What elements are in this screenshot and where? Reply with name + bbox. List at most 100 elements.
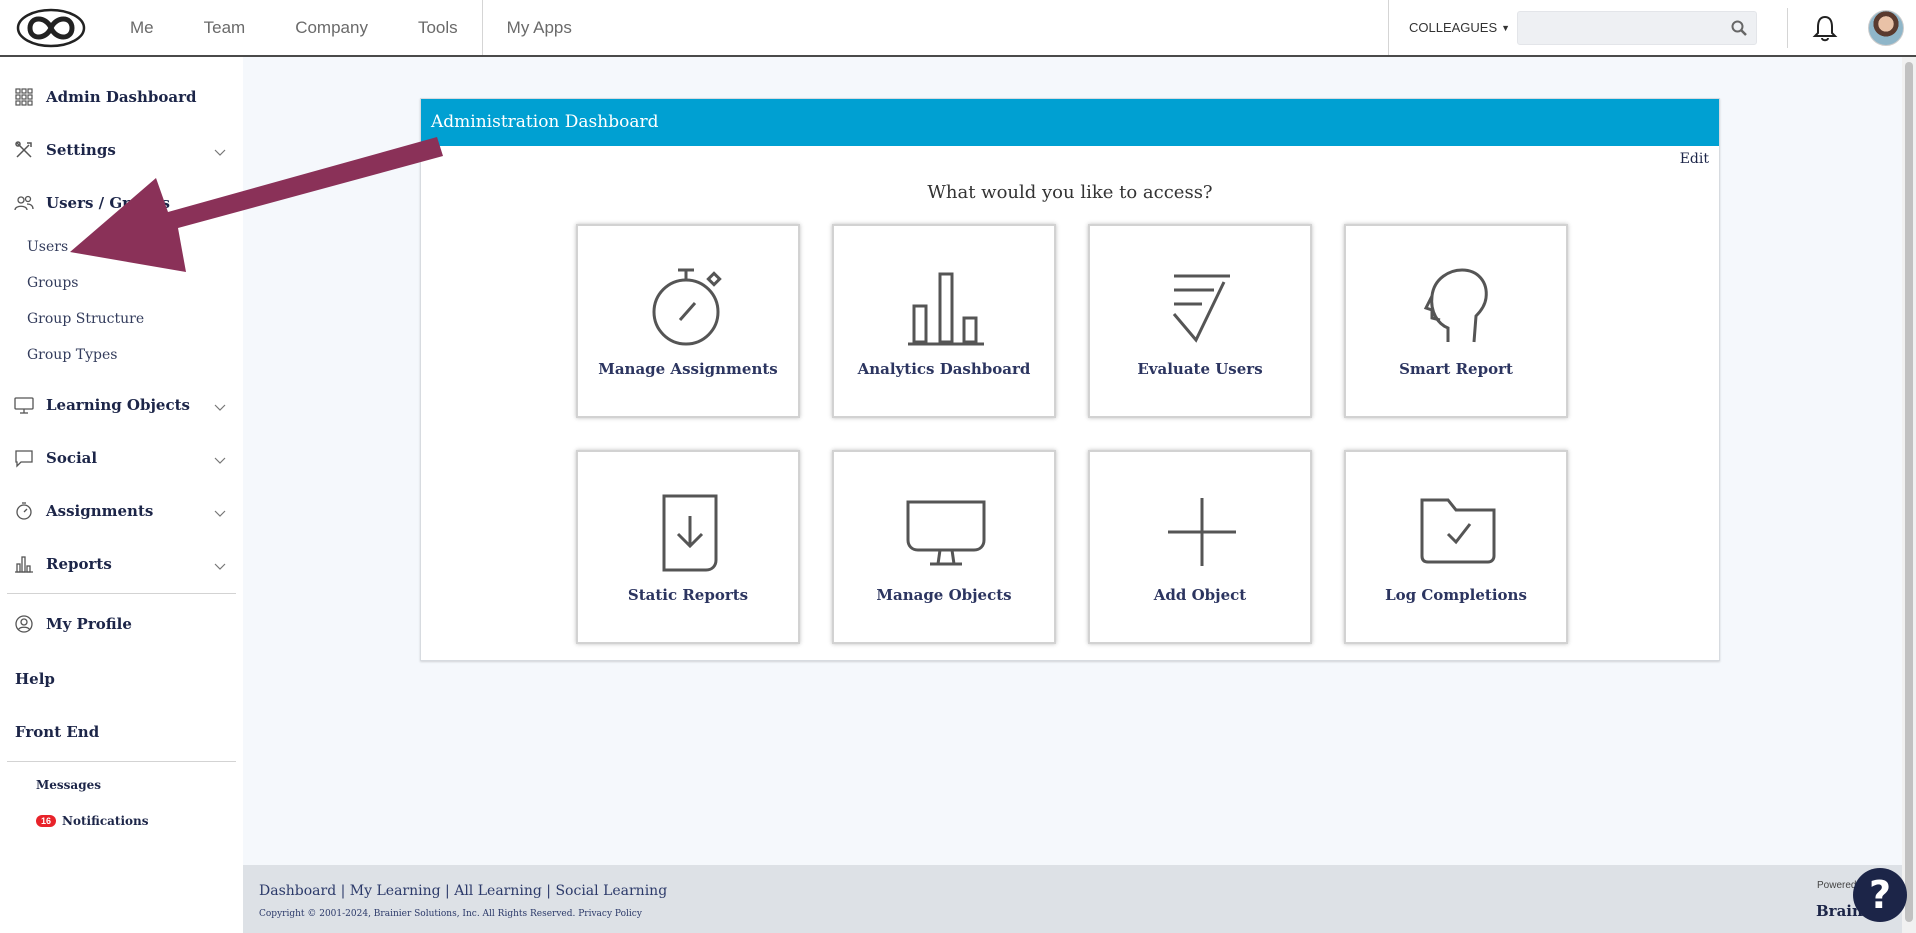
tile-manage-assignments[interactable]: Manage Assignments (576, 224, 800, 418)
nav-team[interactable]: Team (204, 18, 246, 38)
monitor-icon (14, 397, 34, 414)
tile-smart-report[interactable]: Smart Report (1344, 224, 1568, 418)
sidebar-subitem-group-structure[interactable]: Group Structure (27, 311, 144, 327)
sidebar-item-settings[interactable]: Settings (14, 140, 116, 160)
chevron-down-icon[interactable] (214, 404, 226, 412)
monitor-icon (906, 500, 986, 566)
main-content: Administration Dashboard Edit What would… (243, 57, 1916, 865)
stopwatch-icon (16, 502, 32, 520)
tile-evaluate-users[interactable]: Evaluate Users (1088, 224, 1312, 418)
tile-label: Manage Objects (876, 586, 1012, 604)
sidebar-item-notifications[interactable]: 16 Notifications (36, 814, 148, 828)
chevron-down-icon[interactable] (214, 457, 226, 465)
sidebar-item-help[interactable]: Help (15, 670, 55, 688)
tile-label: Static Reports (627, 586, 749, 604)
search-icon[interactable] (1730, 19, 1748, 37)
panel-title: Administration Dashboard (421, 99, 1719, 146)
sidebar-item-assignments[interactable]: Assignments (14, 501, 153, 521)
sidebar-subitem-group-types[interactable]: Group Types (27, 347, 117, 363)
search-input[interactable] (1518, 12, 1718, 44)
access-prompt: What would you like to access? (927, 182, 1213, 203)
tile-add-object[interactable]: Add Object (1088, 450, 1312, 644)
sidebar-label-settings: Settings (46, 141, 116, 159)
tools-icon (15, 141, 32, 158)
colleagues-label: COLLEAGUES (1409, 20, 1498, 35)
sidebar-item-learning-objects[interactable]: Learning Objects (14, 395, 190, 415)
search-box (1517, 11, 1757, 45)
sidebar-label-admin-dashboard: Admin Dashboard (46, 88, 197, 106)
sidebar-label-reports: Reports (46, 555, 112, 573)
grid-icon (15, 88, 33, 106)
nav-my-apps[interactable]: My Apps (507, 18, 572, 38)
footer-link-social-learning[interactable]: Social Learning (555, 883, 667, 899)
download-document-icon (662, 494, 718, 572)
infinity-logo-icon[interactable] (16, 8, 86, 48)
privacy-policy-link[interactable]: Privacy Policy (578, 909, 642, 919)
bell-icon[interactable] (1812, 14, 1838, 42)
bar-chart-icon (15, 556, 33, 573)
top-bar: Me Team Company Tools My Apps COLLEAGUES… (0, 0, 1916, 57)
tile-log-completions[interactable]: Log Completions (1344, 450, 1568, 644)
sidebar-subitem-users[interactable]: Users (27, 239, 68, 255)
chevron-down-icon[interactable] (214, 563, 226, 571)
profile-icon (15, 615, 33, 633)
tile-static-reports[interactable]: Static Reports (576, 450, 800, 644)
footer: Dashboard | My Learning | All Learning |… (243, 865, 1916, 933)
sidebar-item-admin-dashboard[interactable]: Admin Dashboard (14, 87, 197, 107)
nav-tools[interactable]: Tools (418, 18, 458, 38)
top-nav: Me Team Company Tools My Apps (130, 0, 622, 55)
footer-link-dashboard[interactable]: Dashboard (259, 883, 336, 899)
sidebar: Admin Dashboard Settings Users / Groups … (0, 57, 243, 933)
tile-label: Evaluate Users (1137, 360, 1263, 378)
admin-dashboard-panel: Administration Dashboard Edit What would… (420, 98, 1720, 661)
sidebar-label-learning-objects: Learning Objects (46, 396, 190, 414)
sidebar-item-users-groups[interactable]: Users / Groups (14, 193, 170, 213)
users-icon (14, 195, 34, 211)
sidebar-item-front-end[interactable]: Front End (15, 723, 99, 741)
notification-count-badge: 16 (36, 815, 57, 827)
bar-chart-icon (908, 272, 984, 346)
edit-link[interactable]: Edit (1680, 151, 1709, 167)
stopwatch-icon (652, 268, 722, 346)
sidebar-label-notifications: Notifications (62, 814, 149, 828)
tile-label: Log Completions (1385, 586, 1527, 604)
colleagues-dropdown[interactable]: COLLEAGUES ▼ (1388, 0, 1510, 55)
tile-label: Add Object (1153, 586, 1247, 604)
footer-links: Dashboard | My Learning | All Learning |… (259, 883, 668, 899)
sidebar-label-my-profile: My Profile (46, 615, 132, 633)
nav-divider (481, 0, 483, 55)
footer-link-my-learning[interactable]: My Learning (350, 883, 441, 899)
tile-label: Manage Assignments (598, 360, 778, 378)
sidebar-subitem-groups[interactable]: Groups (27, 275, 78, 291)
sidebar-label-social: Social (46, 449, 98, 467)
sidebar-item-my-profile[interactable]: My Profile (14, 614, 132, 634)
powered-by-text: Powered (1817, 880, 1857, 891)
bell-divider (1787, 8, 1788, 48)
folder-check-icon (1420, 498, 1496, 564)
sidebar-divider (7, 761, 236, 762)
tile-label: Smart Report (1399, 360, 1513, 378)
sidebar-item-messages[interactable]: Messages (36, 778, 101, 792)
chevron-down-icon[interactable] (214, 510, 226, 518)
caret-down-icon: ▼ (1501, 22, 1511, 33)
sidebar-item-social[interactable]: Social (14, 448, 97, 468)
nav-me[interactable]: Me (130, 18, 154, 38)
sidebar-label-users-groups: Users / Groups (46, 194, 170, 212)
chat-bubble-icon (15, 450, 33, 468)
footer-link-all-learning[interactable]: All Learning (454, 883, 542, 899)
nav-company[interactable]: Company (295, 18, 368, 38)
help-button[interactable]: ? (1853, 868, 1907, 922)
tile-label: Analytics Dashboard (857, 360, 1031, 378)
head-profile-icon (1423, 268, 1488, 343)
tile-analytics-dashboard[interactable]: Analytics Dashboard (832, 224, 1056, 418)
copyright-text: Copyright © 2001-2024, Brainier Solution… (259, 909, 576, 919)
avatar[interactable] (1868, 10, 1904, 46)
sidebar-label-assignments: Assignments (46, 502, 154, 520)
scrollbar-thumb[interactable] (1905, 62, 1913, 922)
copyright-notice: Copyright © 2001-2024, Brainier Solution… (259, 909, 642, 919)
tile-manage-objects[interactable]: Manage Objects (832, 450, 1056, 644)
sidebar-divider (7, 593, 236, 594)
chevron-down-icon[interactable] (214, 149, 226, 157)
sidebar-item-reports[interactable]: Reports (14, 554, 112, 574)
checklist-icon (1172, 274, 1230, 343)
